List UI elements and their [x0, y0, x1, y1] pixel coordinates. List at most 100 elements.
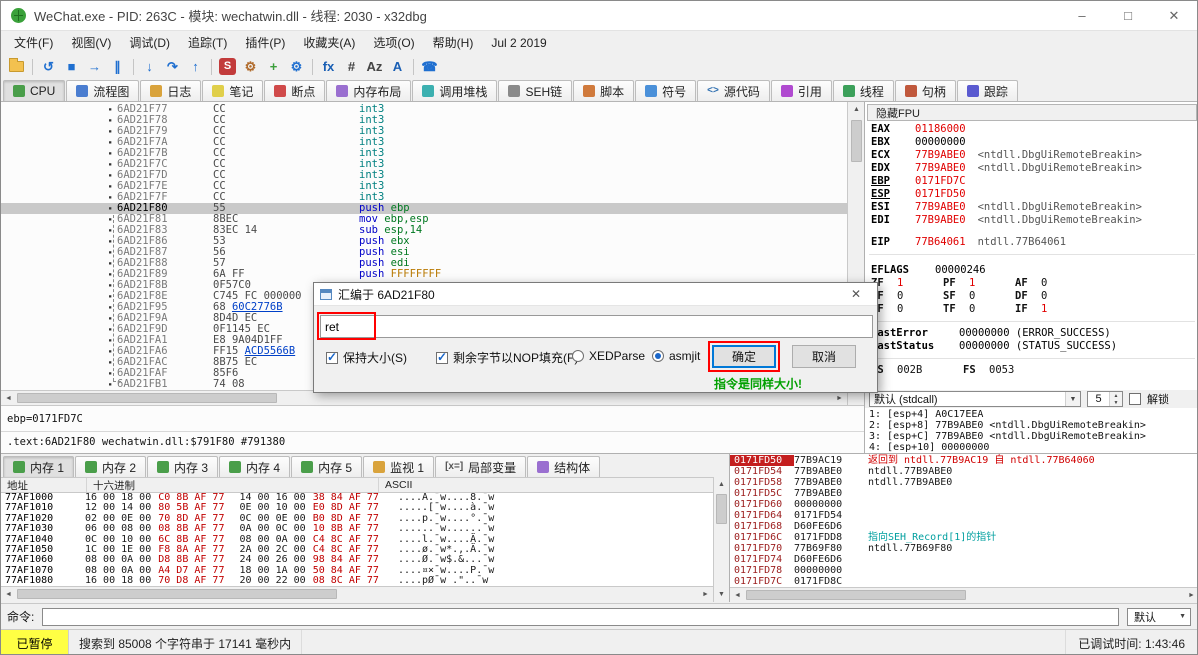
register-row[interactable]: ESI77B9ABE0<ntdll.DbgUiRemoteBreakin> [865, 201, 1198, 214]
stack-pane[interactable]: 0171FD5077B9AC19返回到 ntdll.77B9AC19 自 ntd… [729, 453, 1198, 602]
scroll-thumb[interactable] [851, 120, 862, 162]
help-phone-icon[interactable]: ☎ [418, 56, 441, 77]
stack-row[interactable]: 0171FD7800000000 [730, 565, 1198, 576]
keep-size-checkbox[interactable] [326, 352, 338, 364]
close-button[interactable]: ✕ [1151, 1, 1197, 30]
flags-row[interactable]: OF0SF0DF0 [865, 290, 1198, 303]
run-icon[interactable]: → [83, 56, 106, 77]
stack-horizontal-scrollbar[interactable]: ◄ ► [730, 587, 1198, 602]
stack-row[interactable]: 0171FD5C77B9ABE0 [730, 488, 1198, 499]
segments-row[interactable]: GS002BFS0053 [865, 364, 1198, 377]
assembly-instruction-input[interactable] [320, 315, 873, 338]
stack-row[interactable]: 0171FD68D60FE6D6 [730, 521, 1198, 532]
stack-row[interactable]: 0171FD6000000000 [730, 499, 1198, 510]
registers-panel[interactable]: 隐藏FPU EAX01186000EBX00000000ECX77B9ABE0<… [864, 102, 1198, 390]
scroll-down-icon[interactable]: ▼ [714, 587, 729, 602]
menu-item[interactable]: 追踪(T) [179, 34, 236, 51]
command-profile-select[interactable]: 默认 ▼ [1127, 608, 1191, 626]
fx-icon[interactable]: fx [317, 56, 340, 77]
strings-icon[interactable]: Az [363, 56, 386, 77]
tab-graph[interactable]: 流程图 [66, 80, 139, 101]
step-over-icon[interactable]: ↷ [161, 56, 184, 77]
dialog-title-bar[interactable]: 汇编于 6AD21F80 ✕ [314, 283, 877, 306]
spinner-up-icon[interactable]: ▲ [1110, 392, 1122, 399]
menu-item[interactable]: 插件(P) [236, 34, 294, 51]
unlock-checkbox[interactable] [1129, 393, 1141, 405]
stack-row[interactable]: 0171FD5477B9ABE0ntdll.77B9ABE0 [730, 466, 1198, 477]
register-row[interactable]: EDX77B9ABE0<ntdll.DbgUiRemoteBreakin> [865, 162, 1198, 175]
restart-icon[interactable]: ↺ [37, 56, 60, 77]
scroll-thumb[interactable] [17, 589, 337, 599]
register-row[interactable]: EAX01186000 [865, 123, 1198, 136]
spinner-down-icon[interactable]: ▼ [1110, 399, 1122, 406]
hide-fpu-button[interactable]: 隐藏FPU [867, 104, 1197, 121]
stack-row[interactable]: 0171FD5877B9ABE0ntdll.77B9ABE0 [730, 477, 1198, 488]
register-row[interactable]: LastError00000000 (ERROR_SUCCESS) [865, 327, 1198, 340]
tab-cpu[interactable]: CPU [3, 80, 65, 101]
tab-source[interactable]: <>源代码 [697, 80, 770, 101]
scylla-icon[interactable]: S [219, 58, 236, 75]
find-pattern-icon[interactable]: A [386, 56, 409, 77]
tab-log[interactable]: 日志 [140, 80, 201, 101]
stop-icon[interactable]: ■ [60, 56, 83, 77]
memory-dump-pane[interactable]: 77AF100016 00 18 00C0 8B AF 7714 00 16 0… [1, 493, 713, 586]
minimize-button[interactable]: – [1059, 1, 1105, 30]
scroll-right-icon[interactable]: ► [1184, 588, 1198, 603]
xedparse-option[interactable]: XEDParse [572, 349, 645, 363]
scroll-thumb[interactable] [746, 590, 966, 600]
scroll-right-icon[interactable]: ► [698, 587, 713, 602]
plugins-icon[interactable]: ⚙ [285, 56, 308, 77]
register-row[interactable]: EFLAGS00000246 [865, 264, 1198, 277]
stack-argument-row[interactable]: 2: [esp+8] 77B9ABE0 <ntdll.DbgUiRemoteBr… [869, 420, 1195, 431]
tab-dump-5[interactable]: 内存 5 [291, 456, 362, 477]
menu-item[interactable]: 文件(F) [5, 34, 62, 51]
tab-breakpoints[interactable]: 断点 [264, 80, 325, 101]
step-into-icon[interactable]: ↓ [138, 56, 161, 77]
pause-icon[interactable]: ∥ [106, 56, 129, 77]
dump-horizontal-scrollbar[interactable]: ◄ ► [1, 586, 713, 602]
scroll-left-icon[interactable]: ◄ [1, 587, 16, 602]
menu-item[interactable]: 选项(O) [364, 34, 423, 51]
tab-dump-4[interactable]: 内存 4 [219, 456, 290, 477]
nop-fill-checkbox[interactable] [436, 352, 448, 364]
stack-arguments-panel[interactable]: 1: [esp+4] A0C17EEA2: [esp+8] 77B9ABE0 <… [864, 408, 1198, 453]
command-input[interactable] [42, 608, 1119, 626]
scroll-up-icon[interactable]: ▲ [714, 477, 729, 492]
tab-references[interactable]: 引用 [771, 80, 832, 101]
dump-vertical-scrollbar[interactable]: ▲ ▼ [713, 477, 729, 602]
register-row[interactable]: EBP0171FD7C [865, 175, 1198, 188]
tab-watch-1[interactable]: 监视 1 [363, 456, 434, 477]
tab-seh[interactable]: SEH链 [498, 80, 572, 101]
dump-row[interactable]: 77AF108016 00 18 0070 D8 AF 7720 00 22 0… [1, 576, 713, 586]
menu-item[interactable]: 帮助(H) [424, 34, 483, 51]
run-to-return-icon[interactable]: ↑ [184, 56, 207, 77]
keep-size-option[interactable]: 保持大小(S) [326, 349, 407, 366]
tab-symbols[interactable]: 符号 [635, 80, 696, 101]
register-row[interactable]: EDI77B9ABE0<ntdll.DbgUiRemoteBreakin> [865, 214, 1198, 227]
tab-struct[interactable]: 结构体 [527, 456, 600, 477]
tab-threads[interactable]: 线程 [833, 80, 894, 101]
stack-row[interactable]: 0171FD5077B9AC19返回到 ntdll.77B9AC19 自 ntd… [730, 455, 1198, 466]
tab-trace[interactable]: 跟踪 [957, 80, 1018, 101]
dump-row[interactable]: 77AF103006 00 08 0008 8B AF 770A 00 0C 0… [1, 524, 713, 534]
asmjit-radio[interactable] [652, 350, 664, 362]
register-row[interactable]: ESP0171FD50 [865, 188, 1198, 201]
tab-script[interactable]: 脚本 [573, 80, 634, 101]
nop-fill-option[interactable]: 剩余字节以NOP填充(F) [436, 349, 578, 366]
stack-row[interactable]: 0171FD6C0171FDD8指向SEH_Record[1]的指针 [730, 532, 1198, 543]
patches-icon[interactable]: + [262, 56, 285, 77]
scroll-thumb[interactable] [716, 494, 727, 524]
scroll-left-icon[interactable]: ◄ [1, 391, 16, 406]
menu-item[interactable]: 收藏夹(A) [294, 34, 364, 51]
tab-dump-1[interactable]: 内存 1 [3, 456, 74, 477]
menu-item[interactable]: 调试(D) [120, 34, 179, 51]
hash-icon[interactable]: # [340, 56, 363, 77]
xedparse-radio[interactable] [572, 350, 584, 362]
tab-handles[interactable]: 句柄 [895, 80, 956, 101]
menu-item[interactable]: Jul 2 2019 [482, 36, 555, 50]
title-bar[interactable]: WeChat.exe - PID: 263C - 模块: wechatwin.d… [1, 1, 1197, 31]
stack-argument-row[interactable]: 4: [esp+10] 00000000 [869, 442, 1195, 453]
flags-row[interactable]: CF0TF0IF1 [865, 303, 1198, 316]
stack-argument-row[interactable]: 3: [esp+C] 77B9ABE0 <ntdll.DbgUiRemoteBr… [869, 431, 1195, 442]
scroll-right-icon[interactable]: ► [832, 391, 847, 406]
